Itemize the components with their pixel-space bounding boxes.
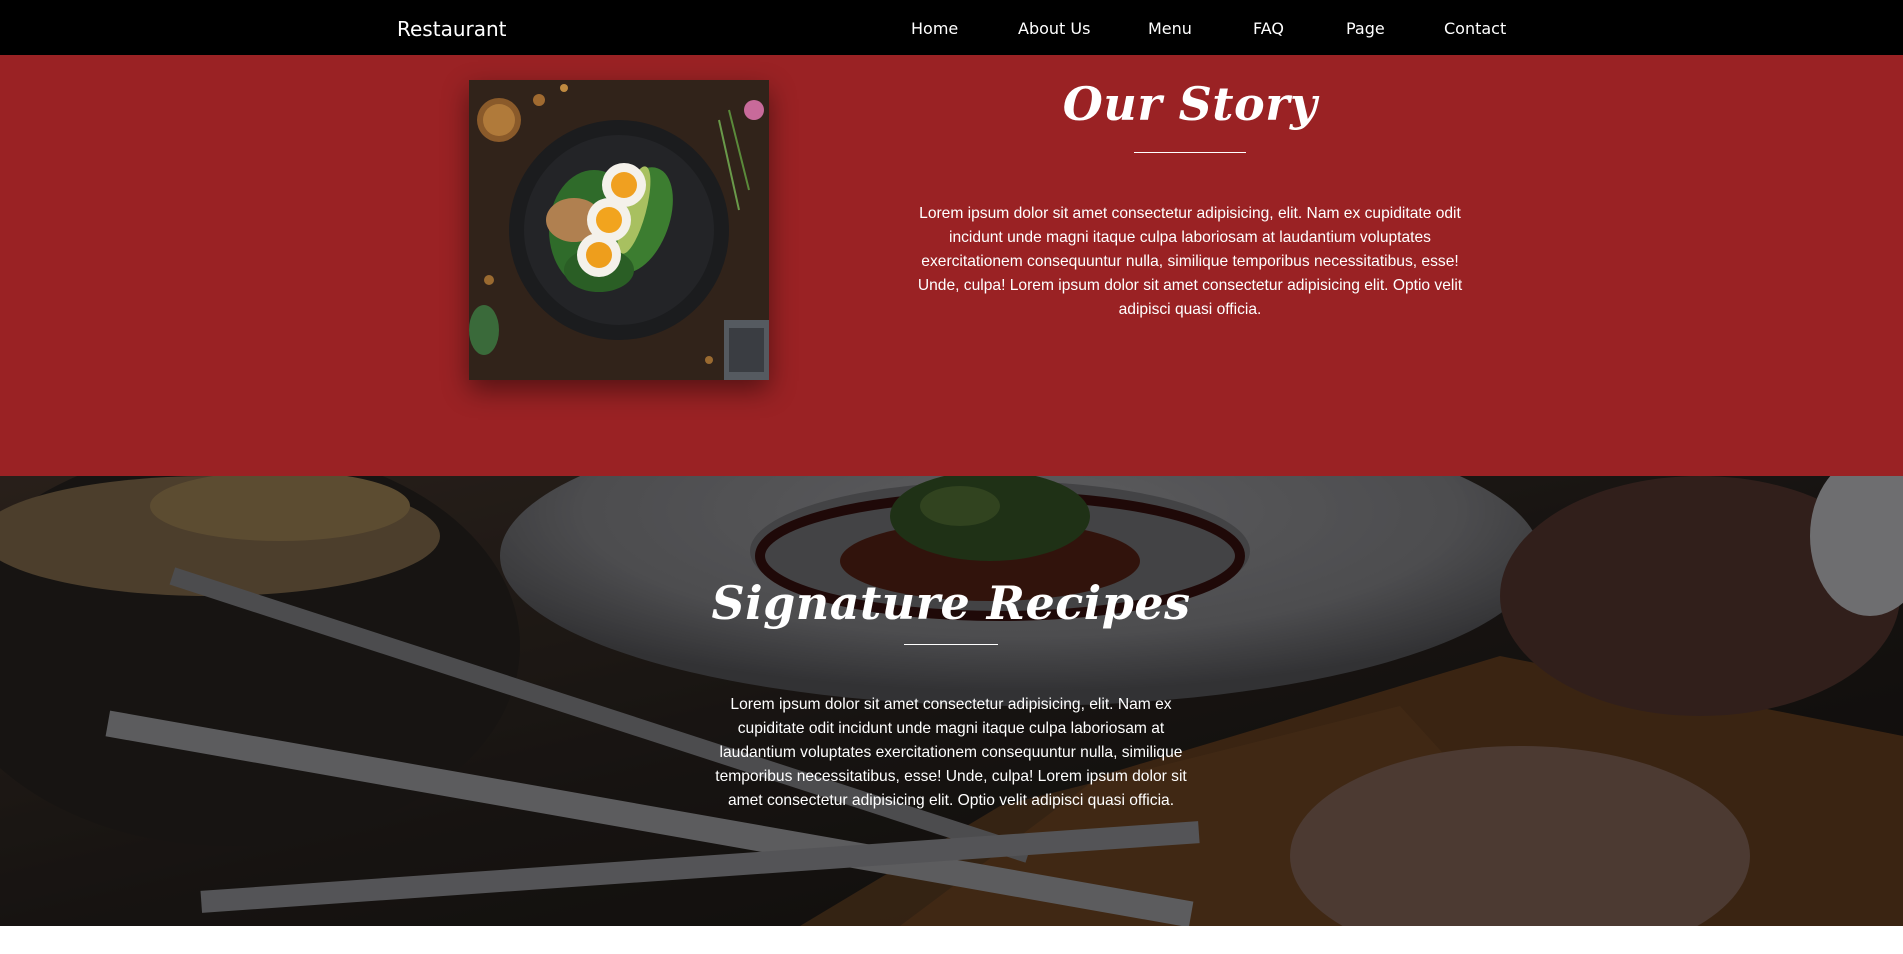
nav-link-about-us[interactable]: About Us bbox=[1018, 19, 1090, 38]
signature-recipes-text: Lorem ipsum dolor sit amet consectetur a… bbox=[715, 696, 1187, 809]
our-story-divider bbox=[1134, 152, 1246, 153]
story-food-image bbox=[469, 80, 769, 380]
signature-recipes-section: Signature Recipes Lorem ipsum dolor sit … bbox=[0, 476, 1903, 926]
navbar: Restaurant Home About Us Menu FAQ Page C… bbox=[0, 0, 1903, 55]
brand-logo-link[interactable]: Restaurant bbox=[397, 17, 507, 41]
egg-avocado-plate-illustration bbox=[469, 80, 769, 380]
signature-recipes-divider bbox=[904, 644, 998, 645]
nav-link-page[interactable]: Page bbox=[1346, 19, 1385, 38]
page-bottom-area bbox=[0, 926, 1903, 954]
our-story-title: Our Story bbox=[1062, 77, 1318, 131]
our-story-text: Lorem ipsum dolor sit amet consectetur a… bbox=[917, 205, 1463, 318]
nav-link-menu[interactable]: Menu bbox=[1148, 19, 1192, 38]
nav-link-faq[interactable]: FAQ bbox=[1253, 19, 1284, 38]
signature-recipes-title: Signature Recipes bbox=[711, 576, 1191, 630]
nav-link-contact[interactable]: Contact bbox=[1444, 19, 1506, 38]
nav-link-home[interactable]: Home bbox=[911, 19, 958, 38]
our-story-section: Our Story Lorem ipsum dolor sit amet con… bbox=[0, 55, 1903, 476]
